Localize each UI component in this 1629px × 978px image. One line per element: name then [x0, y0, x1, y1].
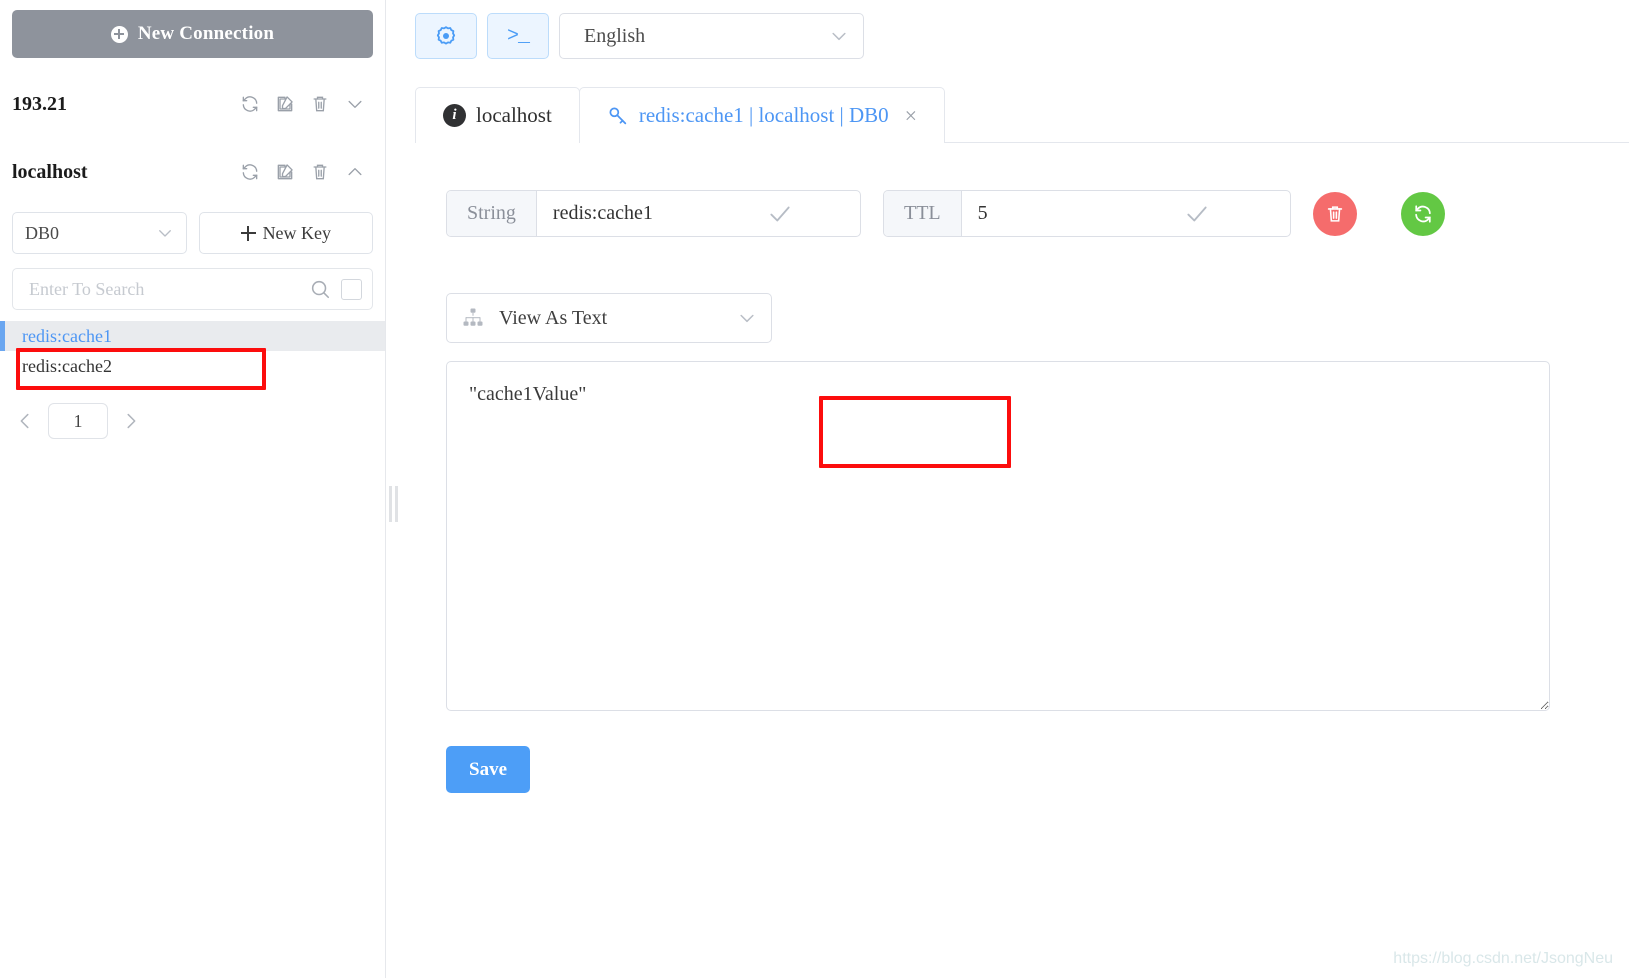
tab-label: redis:cache1 | localhost | DB0 [638, 103, 889, 127]
edit-icon[interactable] [275, 162, 295, 182]
view-as-label: View As Text [499, 306, 608, 329]
connection-row-localhost[interactable]: localhost [0, 150, 385, 194]
search-input[interactable] [29, 278, 309, 300]
db-select-value: DB0 [25, 222, 60, 243]
tab-label: localhost [476, 103, 552, 127]
chevron-down-icon [737, 308, 757, 328]
key-type-label: String [447, 191, 537, 236]
settings-button[interactable] [415, 13, 477, 59]
redis-desktop-manager-window: New Connection 193.21 localhost DB0 New … [0, 0, 1629, 978]
watermark: https://blog.csdn.net/JsongNeu [1393, 950, 1613, 967]
terminal-icon: >_ [506, 24, 530, 48]
delete-icon[interactable] [310, 94, 330, 114]
key-list: redis:cache1 redis:cache2 [0, 321, 385, 381]
delete-icon[interactable] [310, 162, 330, 182]
db-select[interactable]: DB0 [12, 212, 187, 254]
refresh-icon[interactable] [240, 94, 260, 114]
key-name-input[interactable] [536, 191, 767, 236]
key-name-field: String [446, 190, 861, 237]
ttl-input[interactable] [961, 191, 1184, 236]
delete-key-button[interactable] [1313, 191, 1357, 236]
check-icon[interactable] [1184, 201, 1210, 227]
ttl-field: TTL [883, 190, 1291, 237]
refresh-icon[interactable] [240, 162, 260, 182]
search-exact-checkbox[interactable] [341, 278, 362, 300]
new-connection-button[interactable]: New Connection [12, 10, 373, 58]
tab-redis-cache1[interactable]: redis:cache1 | localhost | DB0 × [578, 87, 946, 143]
key-name: redis:cache1 [22, 325, 112, 346]
splitter-grip[interactable] [389, 486, 399, 522]
refresh-icon [1412, 203, 1434, 225]
console-button[interactable]: >_ [487, 13, 549, 59]
connection-name: localhost [12, 160, 88, 183]
connection-name: 193.21 [12, 92, 67, 115]
tab-bar: i localhost redis:cache1 | localhost | D… [415, 87, 1629, 143]
chevron-up-icon[interactable] [345, 162, 365, 182]
new-key-label: New Key [262, 222, 332, 243]
pagination: 1 [0, 403, 385, 439]
new-connection-label: New Connection [137, 23, 275, 44]
chevron-down-icon [156, 224, 174, 242]
key-value-textarea[interactable]: "cache1Value" [446, 361, 1550, 711]
check-icon[interactable] [767, 201, 793, 227]
chevron-left-icon[interactable] [14, 410, 36, 432]
search-icon[interactable] [309, 278, 331, 300]
db-toolbar: DB0 New Key [0, 212, 385, 254]
pane-splitter[interactable] [386, 0, 402, 978]
sidebar: New Connection 193.21 localhost DB0 New … [0, 0, 386, 978]
refresh-key-button[interactable] [1401, 191, 1445, 236]
info-icon: i [443, 104, 466, 127]
chevron-down-icon[interactable] [345, 94, 365, 114]
tab-localhost[interactable]: i localhost [415, 87, 580, 143]
sitemap-icon [461, 306, 485, 330]
language-value: English [584, 24, 646, 47]
close-icon[interactable]: × [905, 104, 917, 127]
key-name: redis:cache2 [22, 355, 112, 376]
view-as-select[interactable]: View As Text [446, 293, 772, 343]
new-key-button[interactable]: New Key [198, 212, 373, 254]
list-item[interactable]: redis:cache1 [0, 321, 385, 351]
key-icon [607, 105, 629, 127]
chevron-right-icon[interactable] [120, 410, 142, 432]
trash-icon [1324, 203, 1346, 225]
connection-row-193-21[interactable]: 193.21 [0, 82, 385, 126]
plus-icon [240, 225, 256, 241]
gear-icon [434, 24, 458, 48]
chevron-down-icon [829, 26, 849, 46]
edit-icon[interactable] [275, 94, 295, 114]
plus-circle-icon [110, 25, 128, 43]
language-select[interactable]: English [559, 13, 864, 59]
pagination-current-page[interactable]: 1 [48, 403, 108, 439]
save-button[interactable]: Save [446, 746, 530, 793]
search-bar [12, 268, 373, 310]
ttl-label: TTL [884, 191, 962, 236]
key-editor-row: String TTL [446, 190, 1629, 237]
top-toolbar: >_ English [402, 0, 1629, 59]
main-panel: >_ English i localhost redis:cache1 | lo… [402, 0, 1629, 978]
list-item[interactable]: redis:cache2 [0, 351, 385, 381]
